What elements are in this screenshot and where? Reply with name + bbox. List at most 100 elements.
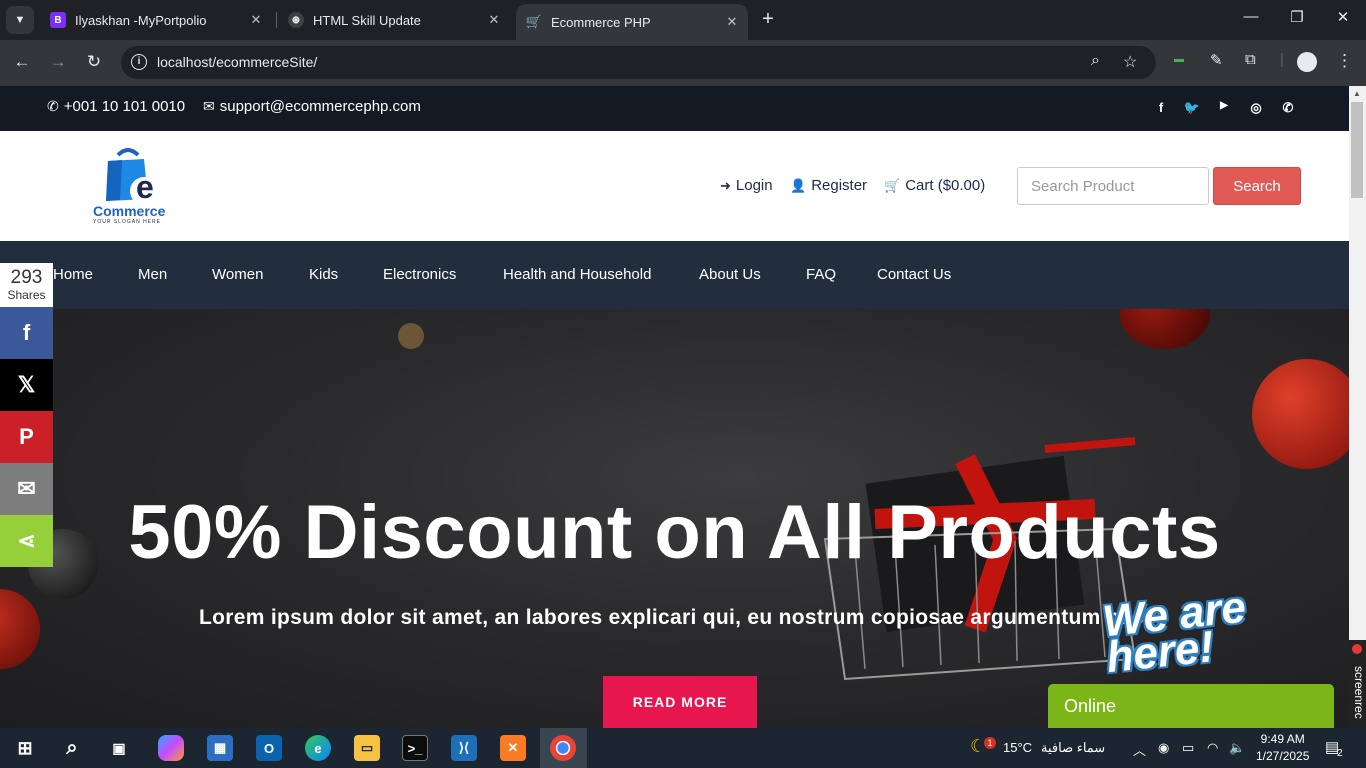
email-icon: ✉	[17, 476, 36, 501]
battery-icon[interactable]: ▭	[1182, 740, 1194, 756]
nav-kids[interactable]: Kids	[309, 266, 338, 283]
share-facebook-button[interactable]: f	[0, 307, 53, 359]
login-link[interactable]: ➜ Login	[720, 177, 773, 194]
search-icon[interactable]: ⌕	[59, 735, 85, 761]
tab-divider	[276, 12, 277, 28]
register-link[interactable]: 👤 Register	[790, 177, 867, 194]
address-bar[interactable]: i localhost/ecommerceSite/ ⌕ ☆	[121, 46, 1156, 79]
browser-toolbar: ← → ↻ i localhost/ecommerceSite/ ⌕ ☆ ▬ ✎…	[0, 40, 1366, 86]
contact-topbar: ✆ +001 10 101 0010 ✉ support@ecommerceph…	[0, 86, 1349, 131]
zoom-icon[interactable]: ⌕	[1091, 52, 1100, 70]
cart-link[interactable]: 🛒 Cart ($0.00)	[884, 177, 985, 194]
url-text[interactable]: localhost/ecommerceSite/	[157, 54, 317, 70]
x-icon: 𝕏	[17, 372, 36, 397]
chatgpt-icon: ⊛	[288, 12, 304, 28]
weather-moon-icon[interactable]: ☾	[970, 736, 986, 757]
tab-html-skill[interactable]: ⊛ HTML Skill Update ✕	[278, 4, 510, 36]
bootstrap-icon: B	[50, 12, 66, 28]
windows-taskbar: ⊞ ⌕ ▣ ▦ O e ▭ >_ ⟩⟨ ✕ ☾ 1 15°C سماء صافي…	[0, 728, 1366, 768]
volume-icon[interactable]: 🔈	[1229, 740, 1245, 756]
forward-button[interactable]: →	[46, 52, 70, 72]
toolbar-divider: |	[1280, 51, 1284, 68]
chat-online-tab[interactable]: Online	[1048, 684, 1334, 728]
store-icon[interactable]: ▦	[207, 735, 233, 761]
close-icon[interactable]: ✕	[722, 14, 742, 30]
eyedropper-icon[interactable]: ✎	[1210, 51, 1223, 69]
vscode-icon[interactable]: ⟩⟨	[451, 735, 477, 761]
read-more-button[interactable]: READ MORE	[603, 676, 757, 728]
scroll-up-arrow[interactable]: ▲	[1353, 89, 1361, 98]
wifi-icon[interactable]: ◠	[1207, 740, 1218, 756]
chevron-up-icon[interactable]: ︿	[1133, 740, 1146, 759]
share-x-button[interactable]: 𝕏	[0, 359, 53, 411]
file-explorer-icon[interactable]: ▭	[354, 735, 380, 761]
site-info-icon[interactable]: i	[131, 54, 147, 70]
site-header: e Commerce YOUR SLOGAN HERE ➜ Login 👤 Re…	[0, 131, 1349, 241]
logo-slogan: YOUR SLOGAN HERE	[93, 219, 161, 225]
ornament-ball	[1120, 309, 1210, 349]
outlook-icon[interactable]: O	[256, 735, 282, 761]
nav-faq[interactable]: FAQ	[806, 266, 836, 283]
facebook-icon[interactable]: f	[1152, 100, 1170, 115]
bookmark-star-icon[interactable]: ☆	[1123, 52, 1137, 72]
record-dot-icon	[1352, 644, 1362, 654]
extensions-puzzle-icon[interactable]: ⧉	[1245, 51, 1256, 68]
whatsapp-icon[interactable]: ✆	[1279, 100, 1297, 116]
chrome-icon[interactable]	[550, 735, 576, 761]
task-view-icon[interactable]: ▣	[106, 735, 132, 761]
main-navigation: Home Men Women Kids Electronics Health a…	[0, 241, 1349, 309]
nav-health-household[interactable]: Health and Household	[503, 266, 651, 283]
nav-about-us[interactable]: About Us	[699, 266, 761, 283]
reload-button[interactable]: ↻	[82, 52, 106, 72]
email-contact[interactable]: ✉ support@ecommercephp.com	[203, 98, 421, 115]
system-clock[interactable]: 9:49 AM 1/27/2025	[1256, 731, 1309, 765]
cart-icon: 🛒	[525, 14, 543, 29]
nav-men[interactable]: Men	[138, 266, 167, 283]
nav-women[interactable]: Women	[212, 266, 263, 283]
nav-contact-us[interactable]: Contact Us	[877, 266, 951, 283]
share-email-button[interactable]: ✉	[0, 463, 53, 515]
social-share-bar: 293 Shares f 𝕏 P ✉ ⋖	[0, 263, 53, 567]
envelope-icon: ✉	[203, 98, 215, 114]
screenrec-widget[interactable]: screenrec	[1348, 640, 1366, 728]
share-icon: ⋖	[17, 528, 36, 553]
facebook-icon: f	[22, 320, 31, 345]
page-scrollbar[interactable]: ▲	[1349, 86, 1366, 728]
restore-button[interactable]: ❐	[1274, 8, 1320, 26]
browser-menu-icon[interactable]: ⋮	[1336, 51, 1353, 71]
youtube-icon[interactable]: ▶	[1215, 100, 1233, 111]
minimize-button[interactable]: —	[1228, 8, 1274, 25]
xampp-icon[interactable]: ✕	[500, 735, 526, 761]
site-logo[interactable]: e Commerce YOUR SLOGAN HERE	[92, 145, 182, 225]
windows-start-icon[interactable]: ⊞	[12, 735, 38, 761]
back-button[interactable]: ←	[10, 52, 34, 72]
camera-icon[interactable]: ◉	[1158, 740, 1169, 756]
search-button[interactable]: Search	[1213, 167, 1301, 205]
tab-search-button[interactable]: ▼	[6, 6, 34, 34]
tab-ecommerce[interactable]: 🛒 Ecommerce PHP ✕	[516, 4, 748, 40]
sign-in-icon: ➜	[720, 177, 731, 193]
share-more-button[interactable]: ⋖	[0, 515, 53, 567]
profile-avatar[interactable]	[1297, 52, 1317, 72]
edge-icon[interactable]: e	[305, 735, 331, 761]
chat-badge[interactable]: We are here!	[1100, 583, 1269, 688]
weather-temp[interactable]: 15°C	[1003, 740, 1032, 755]
notification-count: 2	[1337, 748, 1343, 759]
instagram-icon[interactable]: ◎	[1247, 100, 1265, 116]
search-input[interactable]	[1017, 167, 1209, 205]
nav-home[interactable]: Home	[53, 266, 93, 283]
close-window-button[interactable]: ✕	[1320, 8, 1366, 26]
copilot-icon[interactable]	[158, 735, 184, 761]
extension-icon[interactable]: ▬	[1174, 54, 1184, 65]
terminal-icon[interactable]: >_	[402, 735, 428, 761]
share-pinterest-button[interactable]: P	[0, 411, 53, 463]
share-count: 293 Shares	[0, 263, 53, 307]
close-icon[interactable]: ✕	[246, 12, 266, 28]
scrollbar-thumb[interactable]	[1351, 102, 1363, 198]
weather-condition[interactable]: سماء صافية	[1041, 740, 1105, 756]
tab-portfolio[interactable]: B Ilyaskhan -MyPortpolio ✕	[40, 4, 272, 36]
twitter-icon[interactable]: 🐦	[1183, 100, 1201, 116]
nav-electronics[interactable]: Electronics	[383, 266, 456, 283]
close-icon[interactable]: ✕	[484, 12, 504, 28]
new-tab-button[interactable]: +	[758, 8, 778, 32]
